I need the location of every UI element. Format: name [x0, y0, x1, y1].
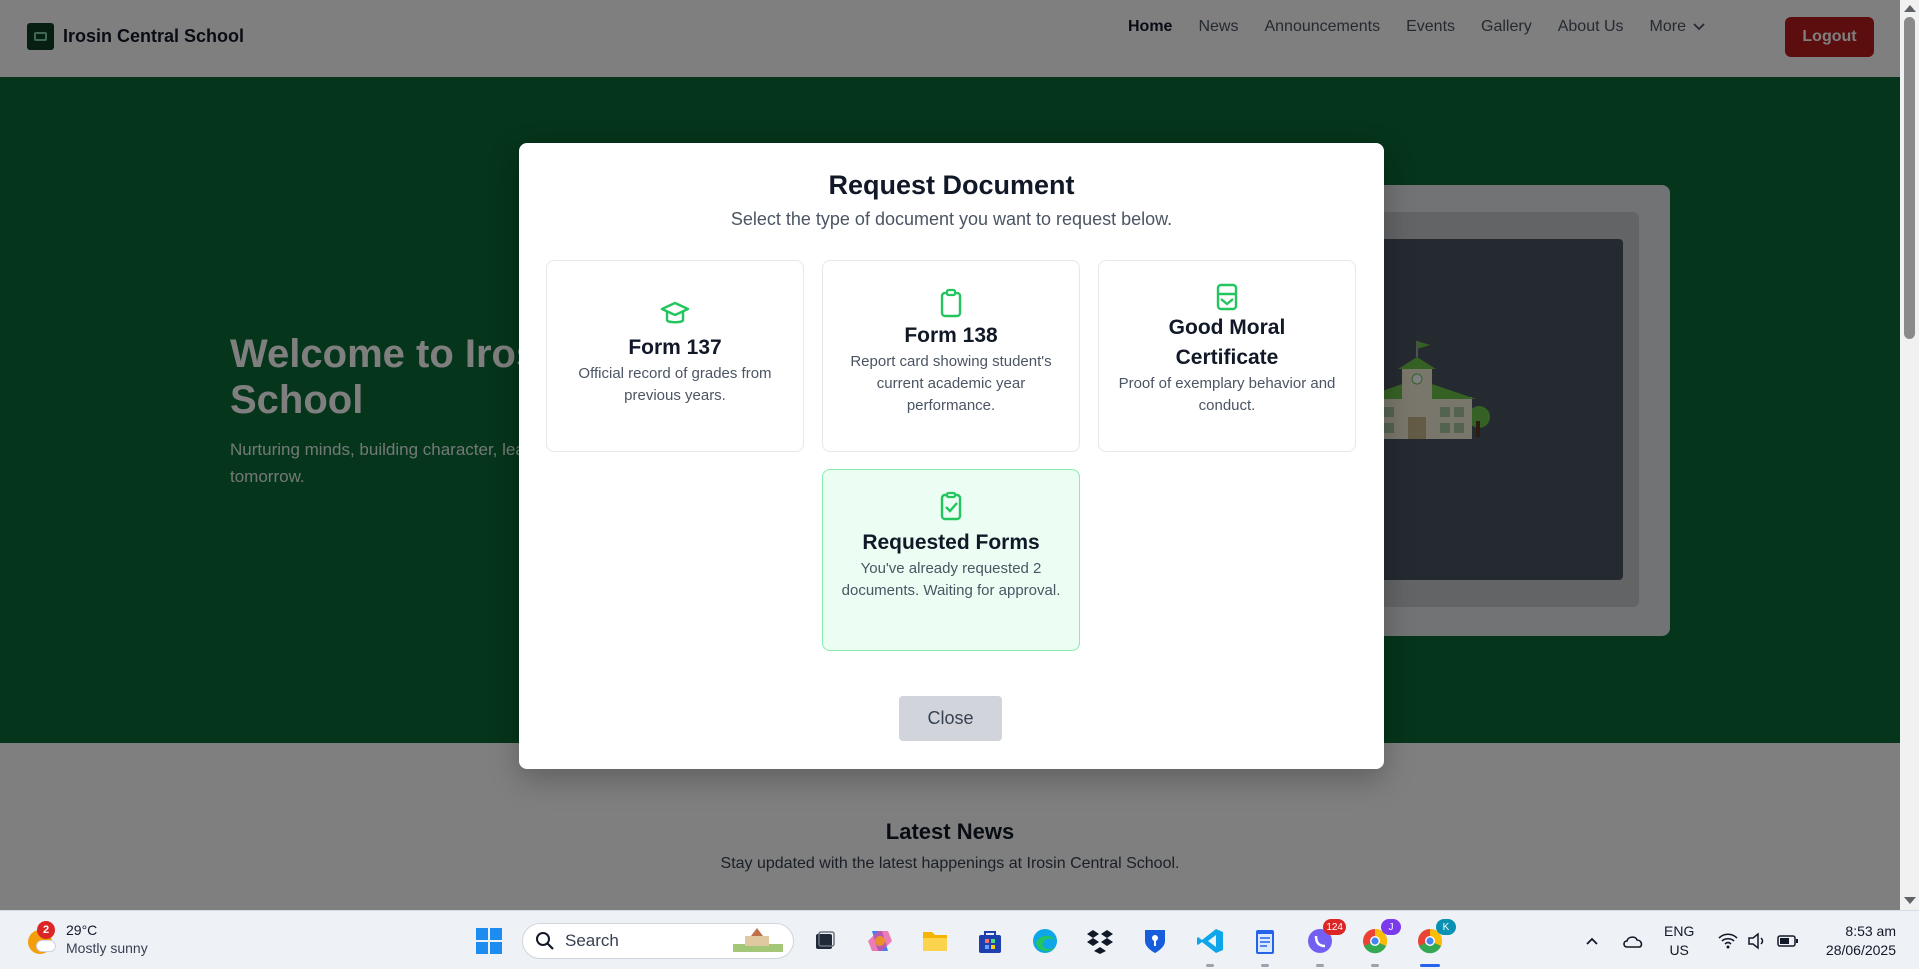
show-hidden-icons-chevron-icon[interactable] — [1576, 925, 1608, 957]
chrome-profile-2-icon[interactable]: K — [1414, 919, 1456, 957]
modal-title: Request Document — [828, 170, 1075, 200]
active-app-indicator — [1420, 964, 1440, 967]
wifi-icon[interactable] — [1712, 925, 1744, 957]
region-code: US — [1669, 942, 1689, 958]
card-description: You've already requested 2 documents. Wa… — [841, 560, 1061, 599]
battery-icon[interactable] — [1772, 925, 1804, 957]
task-view-icon[interactable] — [809, 925, 841, 957]
card-description: Proof of exemplary behavior and conduct. — [1118, 375, 1336, 414]
windows-taskbar: 2 29°C Mostly sunny Search 124 J K ENG U… — [0, 910, 1919, 969]
volume-icon[interactable] — [1741, 925, 1773, 957]
weather-badge: 2 — [37, 921, 55, 939]
requested-forms-card[interactable]: Requested Forms You've already requested… — [822, 469, 1080, 651]
weather-widget[interactable]: 2 29°C Mostly sunny — [26, 921, 148, 957]
chrome-profile-badge: J — [1381, 919, 1401, 935]
search-highlight-icon — [733, 928, 783, 952]
taskbar-search[interactable]: Search — [522, 923, 794, 959]
notepad-icon[interactable] — [1249, 925, 1281, 957]
windows-start-icon[interactable] — [473, 925, 505, 957]
search-icon — [536, 932, 554, 950]
good-moral-certificate-card[interactable]: Good Moral Certificate Proof of exemplar… — [1098, 260, 1356, 452]
clipboard-icon — [940, 288, 962, 318]
weather-temperature: 29°C — [66, 922, 98, 938]
onedrive-cloud-icon[interactable] — [1617, 925, 1649, 957]
chrome-profile-badge: K — [1436, 919, 1456, 935]
webpage: Irosin Central School Home News Announce… — [0, 0, 1900, 910]
modal-subtitle: Select the type of document you want to … — [730, 209, 1173, 229]
card-title: Form 137 — [628, 336, 722, 359]
language-indicator[interactable]: ENG US — [1664, 922, 1694, 960]
bitwarden-icon[interactable] — [1139, 925, 1171, 957]
certificate-icon — [1216, 283, 1238, 311]
copilot-icon[interactable] — [864, 925, 896, 957]
edge-browser-icon[interactable] — [1029, 925, 1061, 957]
scroll-up-arrow-icon[interactable] — [1904, 5, 1916, 12]
weather-icon: 2 — [26, 921, 56, 954]
card-title: Good Moral Certificate — [1168, 316, 1286, 369]
clock-date: 28/06/2025 — [1825, 942, 1896, 958]
clipboard-check-icon — [940, 491, 962, 521]
vscode-icon[interactable] — [1194, 925, 1226, 957]
close-button[interactable]: Close — [899, 696, 1002, 741]
chrome-profile-1-icon[interactable]: J — [1359, 919, 1401, 957]
card-title: Requested Forms — [862, 531, 1040, 554]
weather-description: Mostly sunny — [66, 940, 148, 956]
viber-icon[interactable]: 124 — [1304, 919, 1346, 957]
card-title: Form 138 — [904, 324, 998, 347]
microsoft-store-icon[interactable] — [974, 925, 1006, 957]
search-placeholder: Search — [565, 931, 619, 950]
scrollbar-thumb[interactable] — [1904, 17, 1915, 339]
language-code: ENG — [1664, 923, 1695, 939]
card-description: Official record of grades from previous … — [578, 365, 772, 404]
scroll-down-arrow-icon[interactable] — [1904, 897, 1916, 904]
card-description: Report card showing student's current ac… — [850, 353, 1052, 414]
viber-badge: 124 — [1323, 919, 1346, 935]
form-138-card[interactable]: Form 138 Report card showing student's c… — [822, 260, 1080, 452]
clock[interactable]: 8:53 am 28/06/2025 — [1814, 922, 1896, 960]
graduation-cap-icon — [660, 301, 690, 324]
file-explorer-icon[interactable] — [919, 925, 951, 957]
clock-time: 8:53 am — [1845, 923, 1896, 939]
request-document-modal: Request Document Select the type of docu… — [519, 143, 1384, 769]
form-137-card[interactable]: Form 137 Official record of grades from … — [546, 260, 804, 452]
vertical-scrollbar[interactable] — [1900, 0, 1919, 910]
dropbox-icon[interactable] — [1084, 925, 1116, 957]
